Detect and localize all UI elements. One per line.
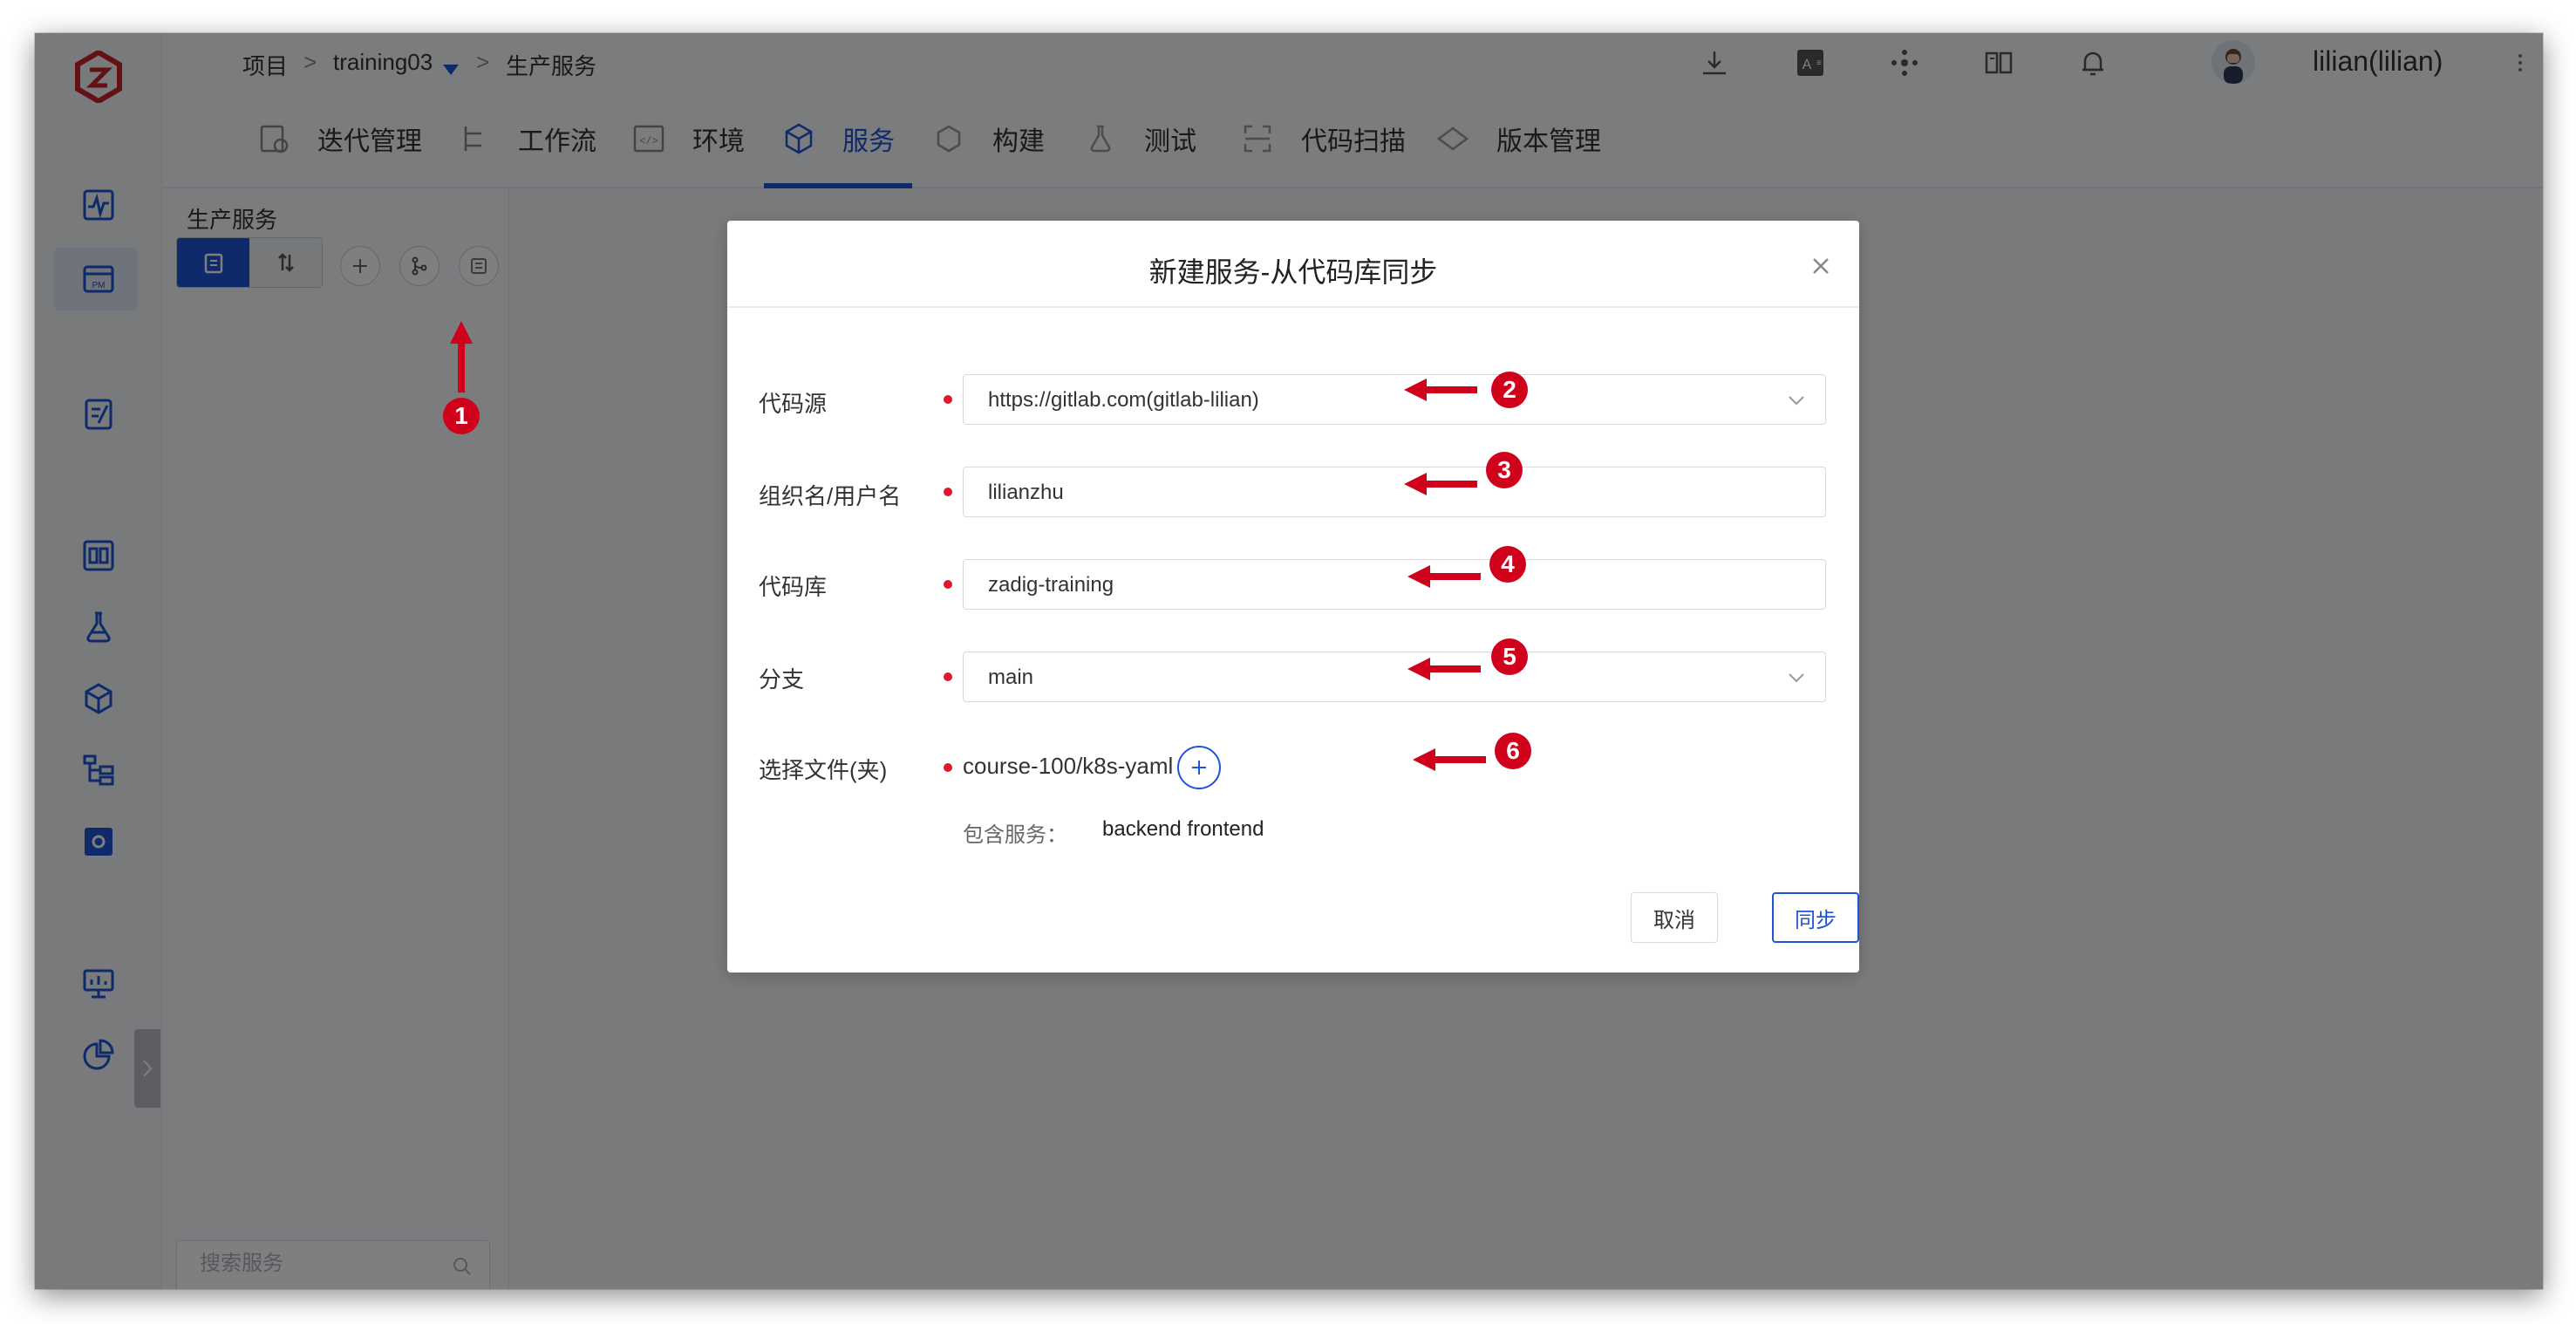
repo-label: 代码库	[759, 574, 828, 600]
annotation-arrow-left	[1404, 379, 1477, 401]
chevron-down-icon	[1789, 673, 1804, 683]
annotation-arrow-left	[1407, 565, 1481, 588]
select-folder-button[interactable]	[1177, 746, 1221, 789]
org-select[interactable]: lilianzhu	[963, 467, 1826, 517]
app-window: PM 项目 > training03 > 生产服务 A≡ lilian(lili…	[35, 33, 2543, 1289]
branch-value: main	[988, 665, 1034, 689]
annotation-arrow-up	[450, 321, 473, 392]
repo-select[interactable]: zadig-training	[963, 559, 1826, 610]
annotation-marker-4: 4	[1489, 546, 1526, 583]
code-source-value: https://gitlab.com(gitlab-lilian)	[988, 388, 1259, 412]
close-icon[interactable]	[1809, 254, 1833, 278]
org-label: 组织名/用户名	[759, 483, 902, 509]
annotation-arrow-left	[1404, 473, 1477, 495]
dialog-divider	[727, 306, 1859, 308]
code-source-label: 代码源	[759, 391, 828, 417]
annotation-marker-3: 3	[1486, 452, 1523, 488]
annotation-arrow-left	[1407, 658, 1481, 680]
create-service-dialog: 新建服务-从代码库同步 代码源 https://gitlab.com(gitla…	[727, 221, 1859, 973]
annotation-marker-5: 5	[1491, 638, 1528, 675]
plus-icon	[1192, 761, 1206, 775]
required-indicator	[944, 763, 952, 772]
chevron-down-icon	[1789, 396, 1804, 406]
code-source-select[interactable]: https://gitlab.com(gitlab-lilian)	[963, 374, 1826, 425]
branch-select[interactable]: main	[963, 652, 1826, 702]
contains-services-value: backend frontend	[1102, 817, 1264, 841]
repo-value: zadig-training	[988, 573, 1114, 597]
dialog-title: 新建服务-从代码库同步	[1148, 256, 1438, 288]
annotation-marker-1: 1	[443, 398, 480, 434]
annotation-arrow-left	[1413, 748, 1486, 771]
annotation-marker-2: 2	[1491, 372, 1528, 408]
required-indicator	[944, 395, 952, 404]
required-indicator	[944, 488, 952, 496]
branch-label: 分支	[759, 666, 805, 693]
org-value: lilianzhu	[988, 481, 1064, 504]
contains-services-label: 包含服务：	[963, 823, 1067, 847]
sync-button[interactable]: 同步	[1772, 892, 1859, 943]
cancel-button[interactable]: 取消	[1631, 892, 1718, 943]
folder-path: course-100/k8s-yaml	[963, 753, 1174, 779]
folder-label: 选择文件(夹)	[759, 757, 888, 783]
required-indicator	[944, 580, 952, 589]
annotation-marker-6: 6	[1495, 733, 1531, 769]
required-indicator	[944, 672, 952, 681]
